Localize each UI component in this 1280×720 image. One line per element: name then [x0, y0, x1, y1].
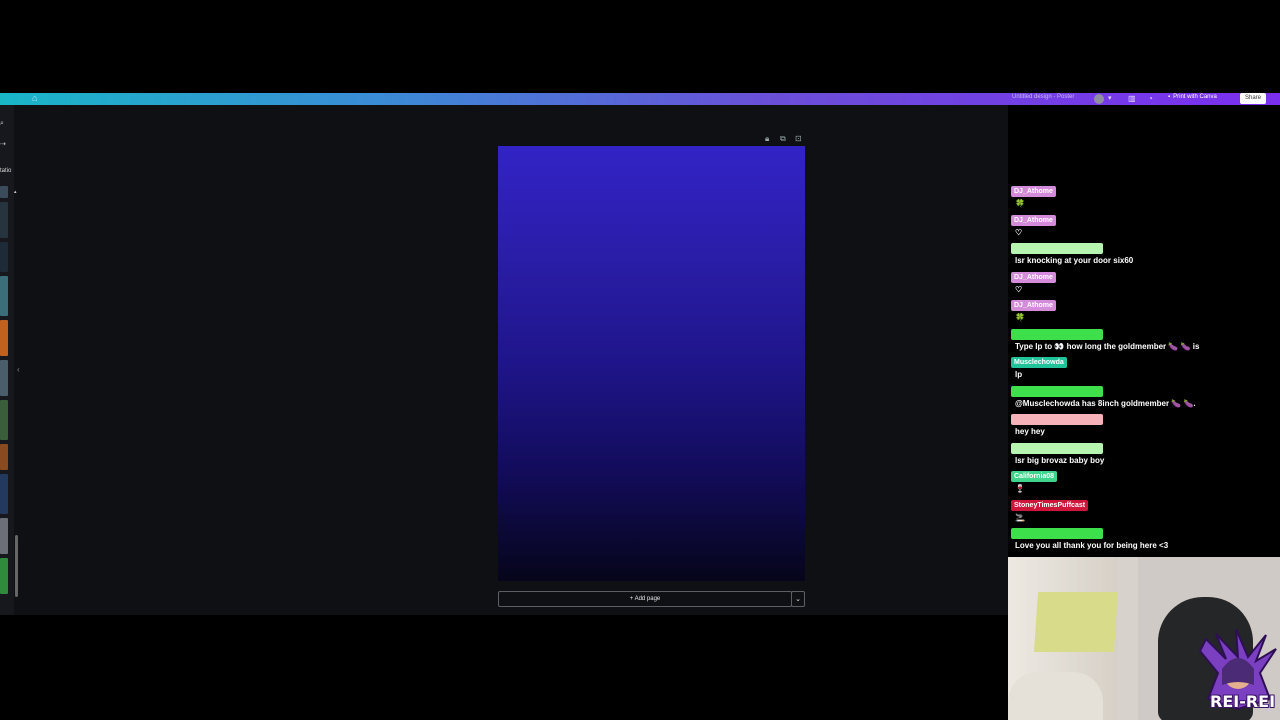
image-thumbnail[interactable]: [0, 558, 8, 594]
chat-message-text: 🚬: [1015, 512, 1025, 522]
chat-message: California08 🍷: [1010, 471, 1272, 500]
add-page-icon[interactable]: ⊡: [795, 134, 802, 143]
chevron-down-icon[interactable]: ▾: [1108, 94, 1112, 102]
chat-message: DJ_Athome ♡: [1010, 271, 1272, 301]
chat-message-text: 🍷: [1015, 484, 1025, 493]
panel-scrollbar[interactable]: [15, 535, 18, 597]
print-button[interactable]: ▪ Print with Canva: [1168, 94, 1217, 100]
chat-message: Type lp to 👀 how long the goldmember 🍆 🍆…: [1010, 328, 1272, 358]
chat-username[interactable]: DJ_Athome: [1011, 271, 1056, 283]
chat-message: hey hey: [1010, 414, 1272, 443]
stats-icon[interactable]: ▥: [1128, 94, 1136, 103]
caret-up-icon[interactable]: ▴: [14, 188, 22, 196]
chat-username[interactable]: [1011, 243, 1103, 254]
truck-icon: ▪: [1168, 94, 1171, 100]
search-icon[interactable]: ⌕: [0, 120, 8, 128]
avatar[interactable]: [1094, 94, 1104, 104]
print-label: Print with Canva: [1173, 94, 1217, 100]
chat-message-text: 🍀: [1015, 313, 1025, 322]
chat-message: lsr big brovaz baby boy: [1010, 442, 1272, 472]
chat-username[interactable]: DJ_Athome: [1011, 214, 1056, 226]
share-button[interactable]: Share: [1240, 93, 1267, 104]
chat-username[interactable]: California08: [1011, 471, 1058, 482]
image-thumbnail[interactable]: [0, 276, 8, 316]
image-thumbnail[interactable]: [0, 186, 8, 198]
image-thumbnail[interactable]: [0, 400, 8, 440]
chat-message-text: ♡: [1015, 227, 1023, 237]
chat-message-text: lsr big brovaz baby boy: [1015, 455, 1105, 465]
image-thumbnail[interactable]: [0, 360, 8, 396]
chat-message-text: Love you all thank you for being here <3: [1015, 541, 1169, 550]
chat-message: DJ_Athome 🍀: [1010, 300, 1272, 329]
link-icon[interactable]: ⇢: [0, 141, 8, 149]
design-title[interactable]: Untitled design - Poster: [1012, 94, 1074, 100]
blanket: [1008, 672, 1103, 720]
chat-username[interactable]: DJ_Athome: [1011, 186, 1056, 197]
chat-username[interactable]: [1011, 528, 1103, 539]
add-page-button[interactable]: + Add page: [498, 591, 792, 607]
chat-username[interactable]: DJ_Athome: [1011, 300, 1056, 311]
chat-message-text: ♡: [1015, 284, 1023, 294]
chat-message-text: 🍀: [1015, 199, 1025, 208]
lock-icon[interactable]: 🔒︎: [765, 134, 769, 144]
chevron-down-icon[interactable]: ⌄: [791, 591, 805, 607]
chat-username[interactable]: [1011, 328, 1103, 340]
chat-username[interactable]: StoneyTimesPuffcast: [1011, 499, 1089, 511]
chat-message: DJ_Athome 🍀: [1010, 186, 1272, 215]
image-thumbnail[interactable]: [0, 242, 8, 272]
canva-top-bar: ⌂ Untitled design - Poster ▾ ▥ ◔ ▪ Print…: [0, 93, 1280, 105]
lamp-shade: [1033, 592, 1119, 652]
chat-message-text: lp: [1015, 370, 1023, 379]
home-icon[interactable]: ⌂: [32, 94, 41, 103]
chat-message: lsr knocking at your door six60: [1010, 243, 1272, 272]
image-thumbnail[interactable]: [0, 202, 8, 238]
chat-message-text: Type lp to 👀 how long the goldmember 🍆 🍆…: [1015, 341, 1200, 351]
duplicate-icon[interactable]: ⧉: [780, 134, 786, 144]
chat-message: @Musclechowda has 8inch goldmember 🍆 🍆.: [1010, 385, 1272, 415]
image-thumbnail[interactable]: [0, 518, 8, 554]
image-thumbnail[interactable]: [0, 474, 8, 514]
image-thumbnail[interactable]: [0, 320, 8, 356]
apps-label: tatio: [0, 168, 12, 174]
chat-message-text: hey hey: [1015, 427, 1045, 436]
chat-message-text: @Musclechowda has 8inch goldmember 🍆 🍆.: [1015, 398, 1196, 408]
chat-username[interactable]: [1011, 442, 1103, 454]
comment-icon[interactable]: ◔: [1148, 94, 1153, 103]
chat-message: StoneyTimesPuffcast 🚬: [1010, 499, 1272, 529]
image-thumbnail[interactable]: [0, 444, 8, 470]
chat-username[interactable]: Musclechowda: [1011, 357, 1067, 368]
chat-username[interactable]: [1011, 385, 1103, 397]
chat-message: Musclechowda lp: [1010, 357, 1272, 386]
chat-message-text: lsr knocking at your door six60: [1015, 256, 1134, 265]
chat-message: Love you all thank you for being here <3: [1010, 528, 1272, 557]
chat-message: DJ_Athome ♡: [1010, 214, 1272, 244]
streamer-logo-text: REI-REI: [1210, 692, 1276, 711]
stream-chat: DJ_Athome 🍀 DJ_Athome ♡ lsr knocking at your…: [1010, 186, 1272, 557]
chat-username[interactable]: [1011, 414, 1103, 425]
chevron-left-icon[interactable]: ‹: [17, 365, 20, 374]
design-page[interactable]: [498, 146, 805, 581]
